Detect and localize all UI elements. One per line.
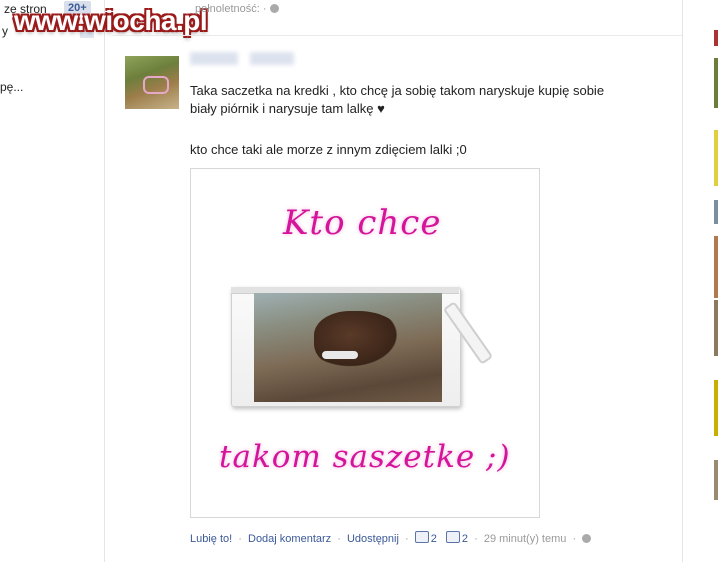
divider [112,35,682,36]
globe-icon [582,534,592,543]
globe-icon [269,4,279,13]
left-truncated-text[interactable]: pę... [0,80,23,94]
comment-count-icon[interactable] [445,531,460,543]
like-count[interactable]: 2 [431,533,437,545]
post-line: biały piórnik i narysuje tam lalkę ♥ [190,101,385,116]
like-link[interactable]: Lubię to! [190,533,232,545]
author-name-blurred[interactable] [190,52,238,65]
separator-dot: · [337,533,341,545]
left-y-text: y [2,24,8,38]
comment-link[interactable]: Dodaj komentarz [248,533,331,545]
avatar-detail [143,76,169,94]
pouch-photo [254,293,442,402]
share-link[interactable]: Udostępnij [347,533,399,545]
separator-dot: · [474,533,478,545]
left-column: ze stron 20+ y pę... [0,0,105,562]
image-text-top: Kto chce [283,203,442,243]
right-thumb[interactable] [714,58,718,108]
post-image[interactable]: Kto chce takom saszetke ;) [190,168,540,518]
avatar[interactable] [125,56,179,109]
right-thumb[interactable] [714,130,718,186]
post-actions: Lubię to! · Dodaj komentarz · Udostępnij… [190,531,592,545]
watermark-logo: www.wiocha.pl [14,5,208,36]
right-thumb[interactable] [714,236,718,298]
right-thumb[interactable] [714,460,718,500]
post-text: Taka saczetka na kredki , kto chcę ja so… [190,82,645,118]
right-thumb[interactable] [714,30,718,46]
right-thumb[interactable] [714,380,718,436]
timestamp[interactable]: 29 minut(y) temu [484,533,567,545]
photo-paws [322,351,358,359]
author-name-blurred[interactable] [250,52,294,65]
top-meta-text: pełnoletność: · [195,3,267,15]
post-line: Taka saczetka na kredki , kto chcę ja so… [190,83,605,98]
image-text-bottom: takom saszetke ;) [219,439,511,475]
comment-count[interactable]: 2 [462,533,468,545]
right-thumb[interactable] [714,200,718,224]
separator-dot: · [572,533,577,545]
separator-dot: · [405,533,409,545]
right-column [682,0,718,562]
right-thumb[interactable] [714,300,718,356]
post-line: kto chce taki ale morze z innym zdięciem… [190,142,467,157]
like-count-icon[interactable] [414,531,429,543]
photo-animal [314,311,404,371]
top-meta: pełnoletność: · [195,3,279,15]
separator-dot: · [238,533,242,545]
